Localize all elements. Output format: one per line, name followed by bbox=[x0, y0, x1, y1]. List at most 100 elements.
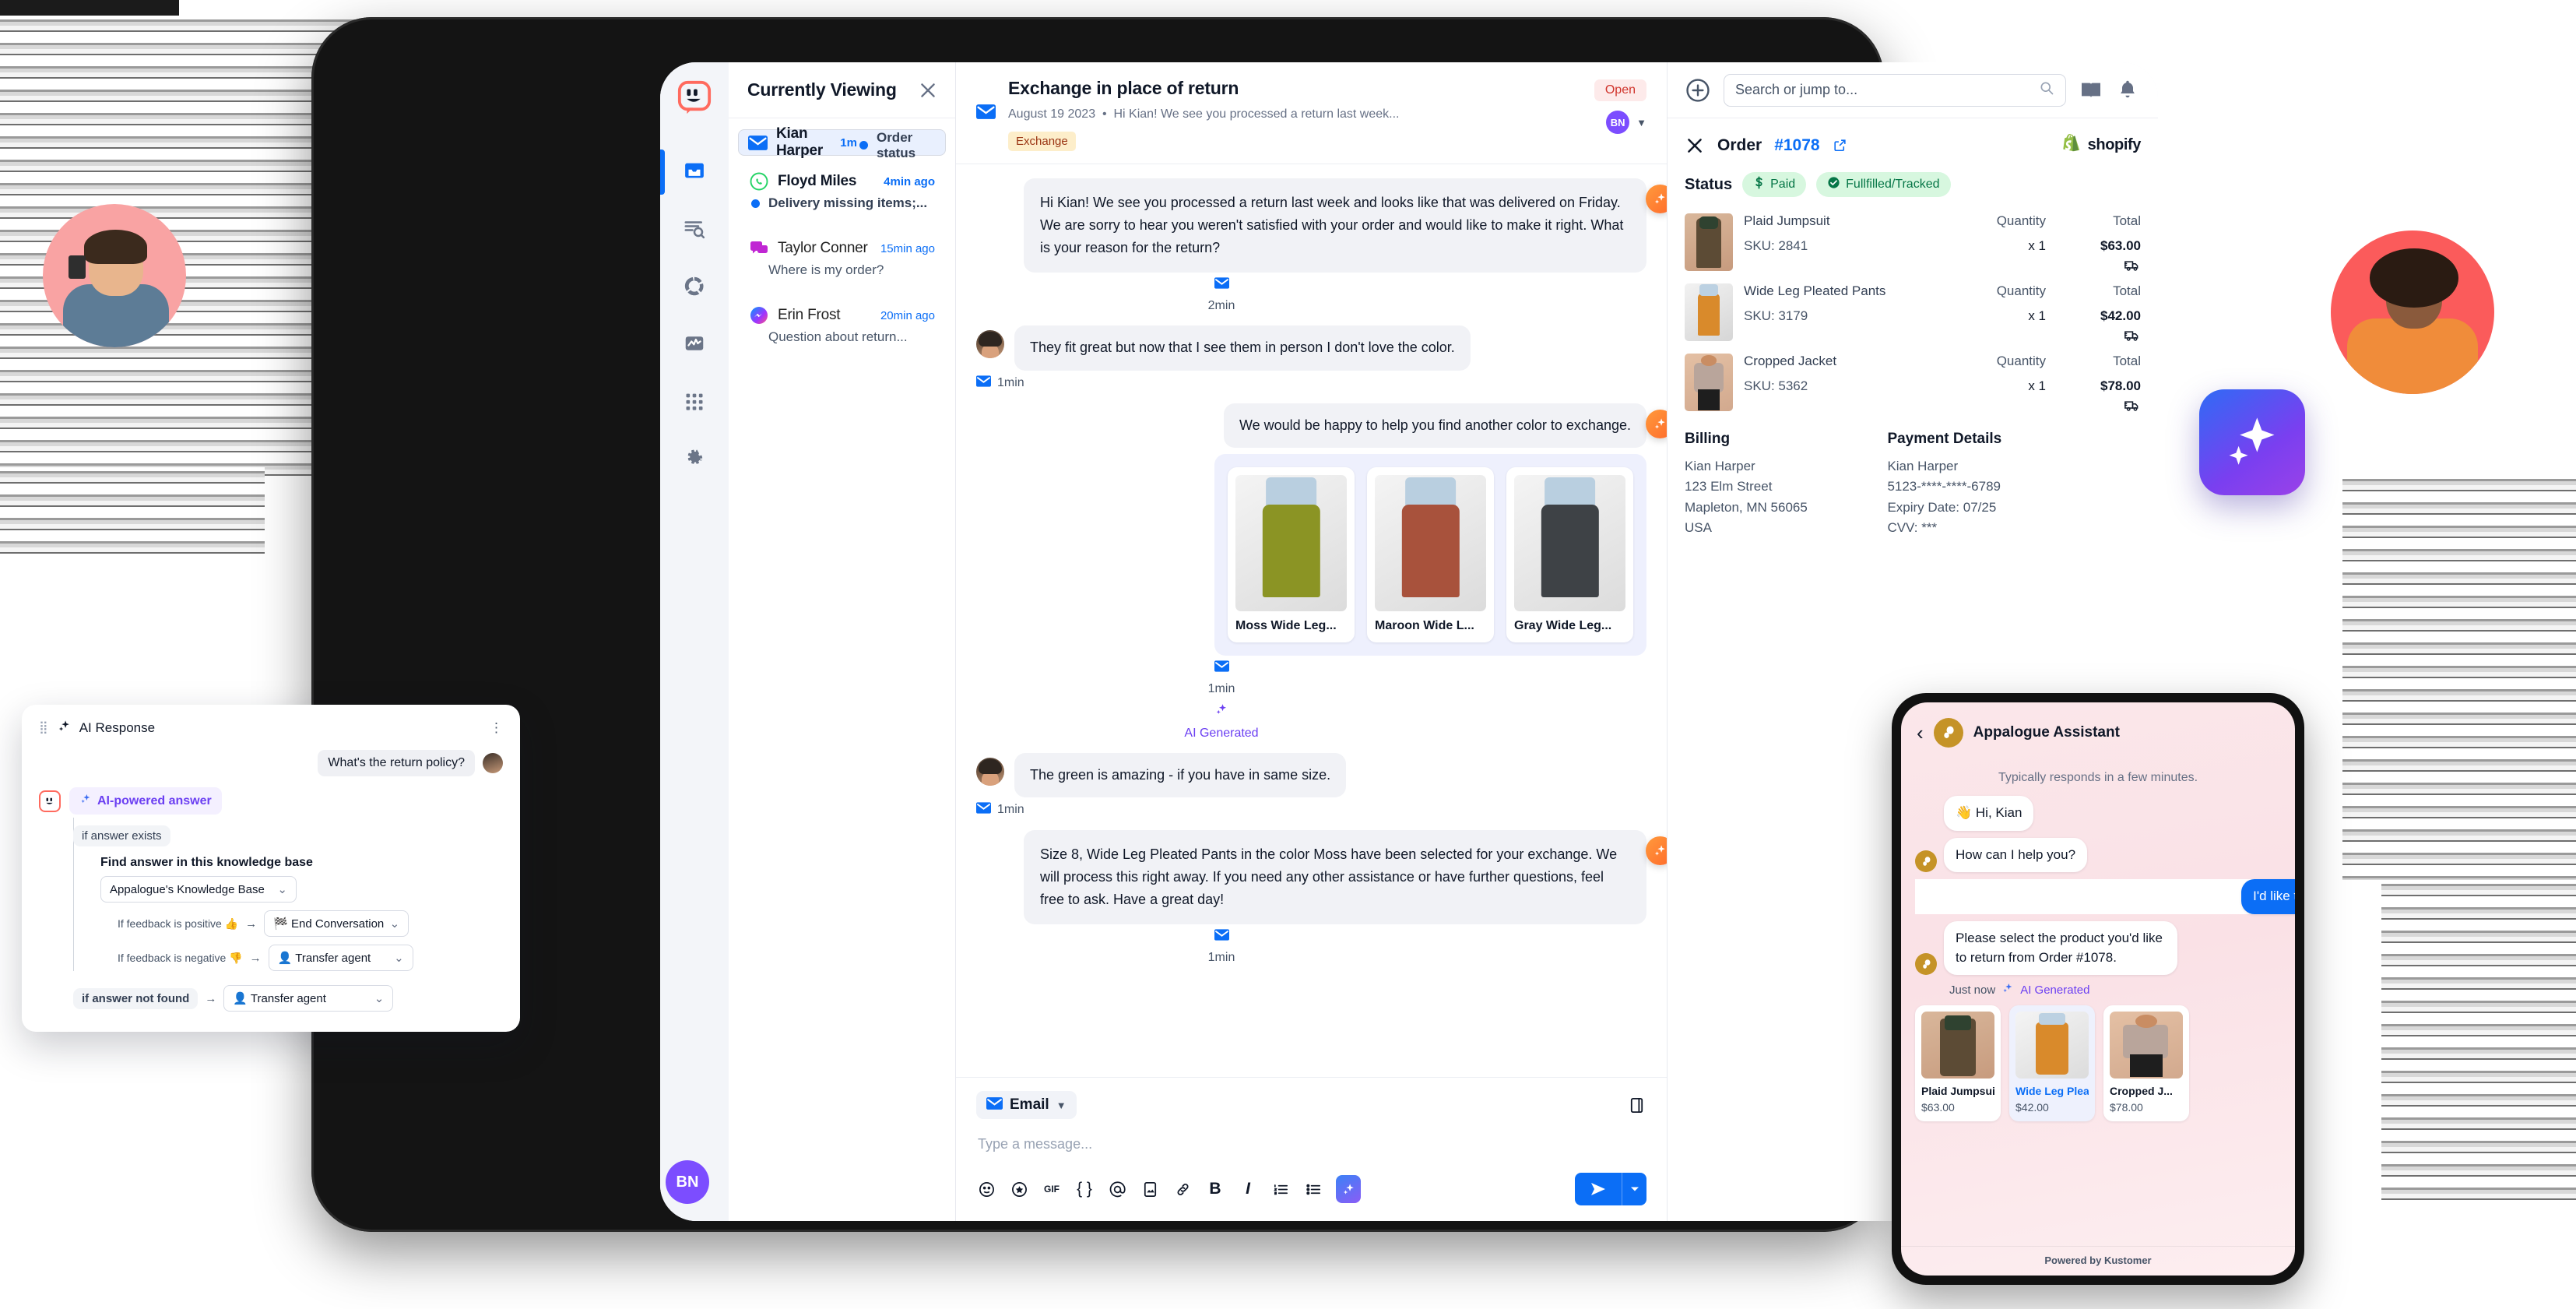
list-item[interactable]: Floyd Miles 4min ago Delivery missing it… bbox=[738, 162, 946, 223]
knowledge-base-select[interactable]: Appalogue's Knowledge Base ⌄ bbox=[100, 876, 297, 903]
message-input[interactable]: Type a message... bbox=[976, 1119, 1646, 1173]
donut-chart-icon bbox=[683, 274, 706, 301]
italic-icon[interactable]: I bbox=[1238, 1179, 1258, 1199]
product-card[interactable]: Wide Leg Pleat... $42.00 bbox=[2009, 1005, 2095, 1122]
knowledge-book-icon[interactable] bbox=[2079, 78, 2103, 103]
product-sku: SKU: 5362 bbox=[1744, 378, 1808, 393]
bullet-list-icon[interactable] bbox=[1303, 1179, 1323, 1199]
shipping-truck-icon[interactable] bbox=[2057, 259, 2141, 272]
meta-time: Just now bbox=[1949, 983, 1996, 997]
list-item-preview: Where is my order? bbox=[768, 262, 884, 277]
ai-magic-button[interactable] bbox=[1646, 185, 1667, 213]
product-suggestion-strip-wrap: Moss Wide Leg... Maroon Wide L... Gray W… bbox=[976, 453, 1646, 656]
emoji-icon[interactable] bbox=[976, 1179, 996, 1199]
kebab-menu-icon[interactable]: ⋮ bbox=[490, 721, 503, 735]
sidebar-item-search[interactable] bbox=[660, 201, 729, 259]
quantity-value: x 1 bbox=[2028, 308, 2046, 323]
notifications-bell-icon[interactable] bbox=[2116, 78, 2141, 103]
search-list-icon bbox=[683, 216, 706, 244]
order-item-row[interactable]: Plaid Jumpsuit SKU: 2841 Quantity x 1 To… bbox=[1685, 209, 2141, 280]
product-card[interactable]: Gray Wide Leg... bbox=[1506, 466, 1633, 642]
quantity-header: Quantity bbox=[1996, 213, 2046, 228]
sidebar-item-inbox[interactable] bbox=[660, 143, 729, 201]
sidebar-item-settings[interactable] bbox=[660, 431, 729, 489]
snippet-icon[interactable]: { } bbox=[1074, 1179, 1095, 1199]
status-badge[interactable]: Open bbox=[1594, 79, 1646, 101]
attachment-icon[interactable] bbox=[1172, 1179, 1193, 1199]
not-found-action-select[interactable]: 👤 Transfer agent ⌄ bbox=[223, 985, 394, 1012]
ai-sparkle-icon bbox=[2001, 982, 2014, 998]
send-options-button[interactable] bbox=[1622, 1173, 1646, 1205]
order-item-row[interactable]: Wide Leg Pleated Pants SKU: 3179 Quantit… bbox=[1685, 280, 2141, 350]
product-price: $78.00 bbox=[2110, 1101, 2143, 1114]
bold-icon[interactable]: B bbox=[1205, 1179, 1225, 1199]
product-card[interactable]: Moss Wide Leg... bbox=[1228, 466, 1355, 642]
total-header: Total bbox=[2113, 283, 2141, 298]
sidebar-item-apps[interactable] bbox=[660, 374, 729, 431]
send-button[interactable] bbox=[1575, 1173, 1622, 1205]
list-item[interactable]: Kian Harper 1m Order status bbox=[738, 125, 946, 160]
ai-magic-button[interactable] bbox=[1646, 409, 1667, 438]
ai-assist-icon[interactable] bbox=[1336, 1175, 1361, 1203]
shipping-truck-icon[interactable] bbox=[2057, 399, 2141, 412]
background-stripes-right-lower bbox=[2381, 880, 2576, 1207]
email-icon bbox=[976, 802, 991, 818]
email-icon bbox=[976, 375, 991, 391]
kustomer-logo bbox=[677, 79, 712, 115]
external-link-icon[interactable] bbox=[1833, 138, 1847, 153]
product-name: Cropped Jacket bbox=[1744, 354, 1837, 368]
payment-cvv: CVV: *** bbox=[1887, 520, 1938, 536]
negative-action-select[interactable]: 👤 Transfer agent ⌄ bbox=[268, 945, 413, 971]
shipping-truck-icon[interactable] bbox=[2057, 329, 2141, 342]
conversation-header: Exchange in place of return August 19 20… bbox=[956, 62, 1667, 164]
search-input[interactable]: Search or jump to... bbox=[1724, 73, 2066, 107]
order-item-row[interactable]: Cropped Jacket SKU: 5362 Quantity x 1 To… bbox=[1685, 350, 2141, 420]
not-found-value: 👤 Transfer agent bbox=[233, 992, 326, 1005]
list-item[interactable]: Taylor Conner 15min ago Where is my orde… bbox=[738, 229, 946, 290]
not-found-label: if answer not found bbox=[73, 987, 199, 1009]
sticker-icon[interactable] bbox=[1009, 1179, 1029, 1199]
chevron-down-icon: ⌄ bbox=[277, 883, 287, 896]
avatar[interactable]: BN bbox=[666, 1160, 709, 1204]
sidebar-item-reporting[interactable] bbox=[660, 316, 729, 374]
message-meta: 1min AI Generated bbox=[976, 660, 1467, 741]
order-number-link[interactable]: #1078 bbox=[1774, 136, 1819, 155]
quantity-header: Quantity bbox=[1996, 354, 2046, 368]
add-icon[interactable] bbox=[1685, 77, 1711, 104]
conversation-tag[interactable]: Exchange bbox=[1008, 132, 1076, 151]
assistant-avatar bbox=[1933, 718, 1963, 748]
product-card[interactable]: Plaid Jumpsuit... $63.00 bbox=[1915, 1005, 2001, 1122]
sidebar-item-insights[interactable] bbox=[660, 259, 729, 316]
drag-handle-icon[interactable]: ⣿ bbox=[39, 722, 49, 734]
arrow-right-icon: → bbox=[205, 991, 217, 1005]
assistant-widget: ‹ Appalogue Assistant Typically responds… bbox=[1901, 702, 2295, 1276]
product-card[interactable]: Cropped J... $78.00 bbox=[2103, 1005, 2189, 1122]
kb-label: Find answer in this knowledge base bbox=[100, 856, 313, 869]
mention-icon[interactable] bbox=[1107, 1179, 1127, 1199]
assistant-product-cards: Plaid Jumpsuit... $63.00 Wide Leg Pleat.… bbox=[1915, 1005, 2281, 1122]
note-icon[interactable] bbox=[1626, 1095, 1646, 1115]
image-icon[interactable] bbox=[1140, 1179, 1160, 1199]
channel-selector[interactable]: Email ▼ bbox=[976, 1091, 1077, 1119]
list-item-time: 20min ago bbox=[880, 308, 935, 322]
positive-action-select[interactable]: 🏁 End Conversation ⌄ bbox=[264, 910, 409, 937]
message-inbound: They fit great but now that I see them i… bbox=[976, 325, 1646, 371]
ordered-list-icon[interactable] bbox=[1270, 1179, 1291, 1199]
chevron-down-icon: ▼ bbox=[1636, 116, 1646, 128]
assistant-footer: Powered by Kustomer bbox=[1901, 1246, 2295, 1276]
chevron-left-icon[interactable]: ‹ bbox=[1917, 721, 1924, 745]
product-card[interactable]: Maroon Wide L... bbox=[1367, 466, 1494, 642]
order-items: Plaid Jumpsuit SKU: 2841 Quantity x 1 To… bbox=[1668, 209, 2158, 420]
close-icon[interactable] bbox=[918, 80, 938, 100]
quantity-value: x 1 bbox=[2028, 238, 2046, 253]
assignee-selector[interactable]: BN ▼ bbox=[1606, 111, 1646, 134]
message-time: 1min bbox=[997, 375, 1024, 389]
ai-magic-button[interactable] bbox=[1646, 836, 1667, 865]
gif-icon[interactable]: GIF bbox=[1042, 1179, 1062, 1199]
list-item[interactable]: Erin Frost 20min ago Question about retu… bbox=[738, 296, 946, 357]
avatar: BN bbox=[1606, 111, 1630, 134]
ai-card-answer-row: AI-powered answer bbox=[39, 787, 503, 815]
close-icon[interactable] bbox=[1685, 135, 1705, 156]
conversation-list-panel: Currently Viewing Kian Harper 1m Order s… bbox=[729, 62, 956, 1221]
ai-sparkle-icon bbox=[57, 719, 72, 737]
